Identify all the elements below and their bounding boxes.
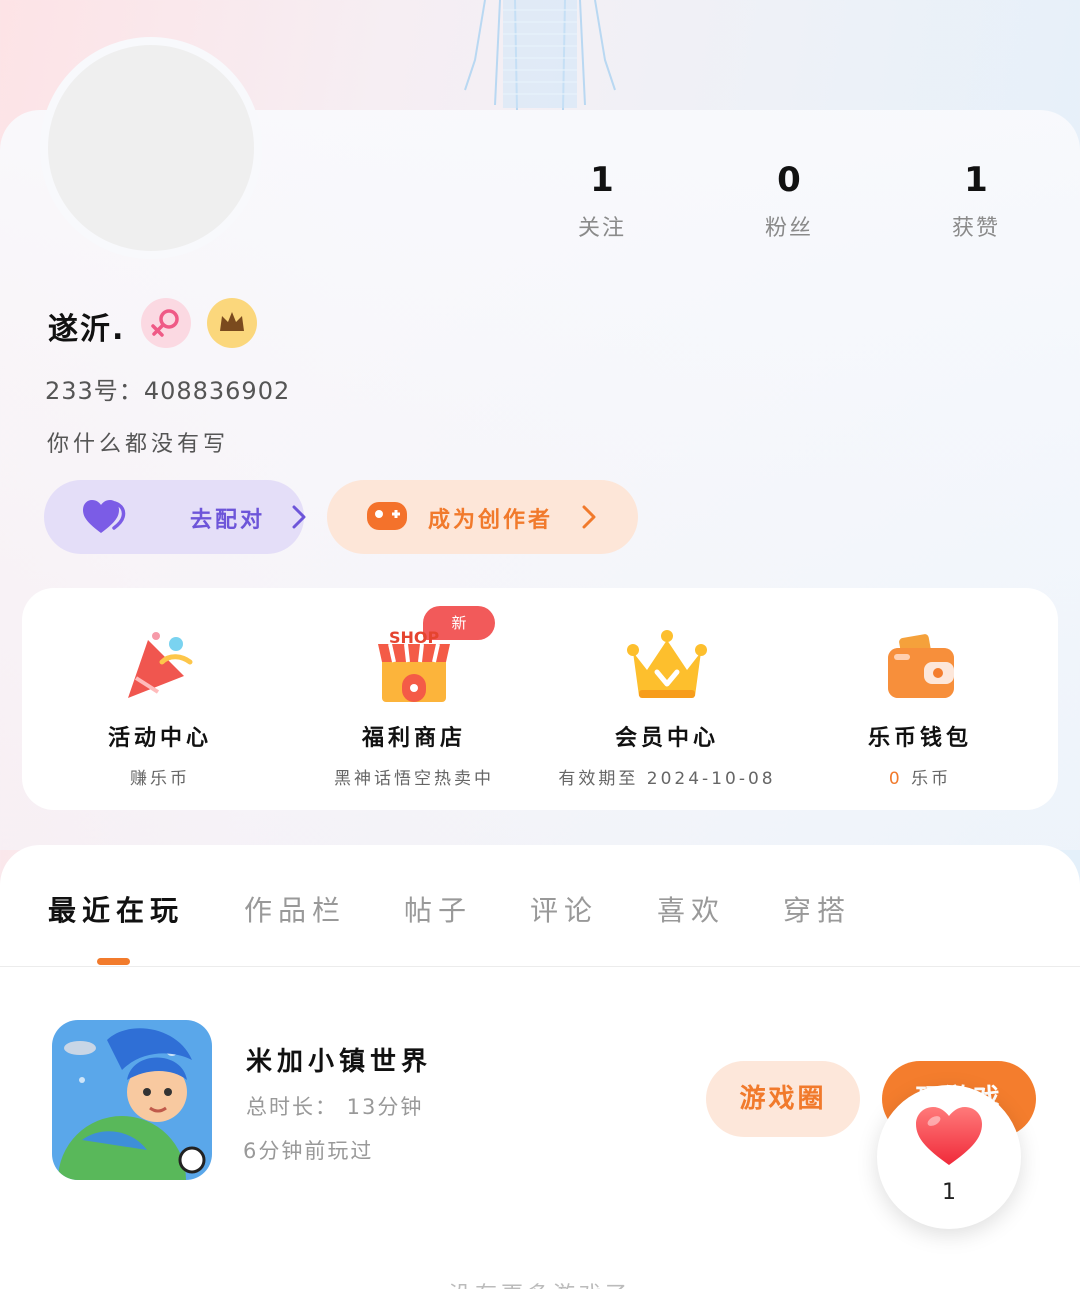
floating-like-button[interactable]: 1 <box>877 1085 1021 1229</box>
content-panel: 最近在玩 作品栏 帖子 评论 喜欢 穿搭 米加小镇世界 总时长： 13分钟 6分… <box>0 845 1080 1289</box>
tab-comments[interactable]: 评论 <box>530 889 598 929</box>
game-circle-button[interactable]: 游戏圈 <box>706 1061 860 1137</box>
wallet-icon <box>888 634 954 698</box>
coin-balance-unit: 乐币 <box>911 769 952 789</box>
service-coin-wallet[interactable]: 乐币钱包 0 乐币 <box>790 588 1050 810</box>
become-creator-label: 成为创作者 <box>428 508 554 533</box>
service-welfare-shop[interactable]: 福利商店 黑神话悟空热卖中 <box>284 588 544 810</box>
game-name: 米加小镇世界 <box>246 1047 433 1077</box>
stat-likes-label: 获赞 <box>951 216 1000 241</box>
party-popper-icon <box>128 632 193 698</box>
service-welfare-shop-subtitle: 黑神话悟空热卖中 <box>334 769 494 789</box>
user-bio: 你什么都没有写 <box>47 432 230 457</box>
stat-followers-value: 0 <box>777 160 801 200</box>
female-gender-icon <box>141 298 191 348</box>
no-more-games-hint: 没有更多游戏了 <box>0 1277 1080 1289</box>
chevron-right-icon <box>292 505 306 529</box>
tab-posts[interactable]: 帖子 <box>404 889 472 929</box>
service-member-center-subtitle: 有效期至 2024-10-08 <box>558 769 776 789</box>
avatar[interactable] <box>40 37 262 259</box>
username: 遂沂. <box>48 312 126 347</box>
user-id-label: 233号： <box>45 377 144 405</box>
game-last-played: 6分钟前玩过 <box>243 1139 374 1163</box>
game-total-duration: 总时长： 13分钟 <box>246 1095 424 1119</box>
service-coin-wallet-title: 乐币钱包 <box>867 726 972 751</box>
tab-recently-played[interactable]: 最近在玩 <box>48 889 184 929</box>
tab-divider <box>0 966 1080 967</box>
stat-following[interactable]: 1 关注 <box>542 160 662 242</box>
chevron-right-icon <box>582 505 596 529</box>
shop-sign-text: SHOP <box>389 628 440 647</box>
character-figure-image <box>464 0 616 110</box>
service-activity-center[interactable]: 活动中心 赚乐币 <box>30 588 290 810</box>
service-member-center[interactable]: 会员中心 有效期至 2024-10-08 <box>537 588 797 810</box>
service-welfare-shop-title: 福利商店 <box>361 726 466 751</box>
stat-likes-value: 1 <box>964 160 988 200</box>
tab-likes[interactable]: 喜欢 <box>657 889 725 929</box>
stat-followers[interactable]: 0 粉丝 <box>729 160 849 242</box>
crown-icon <box>627 630 707 698</box>
stat-likes[interactable]: 1 获赞 <box>916 160 1036 242</box>
active-tab-indicator <box>97 958 130 965</box>
service-member-center-title: 会员中心 <box>614 726 719 751</box>
match-button-label: 去配对 <box>190 508 266 533</box>
stat-following-value: 1 <box>590 160 614 200</box>
service-coin-wallet-subtitle: 0 乐币 <box>790 764 1050 789</box>
coin-balance-value: 0 <box>888 769 903 789</box>
floating-like-count: 1 <box>942 1180 956 1205</box>
stat-followers-label: 粉丝 <box>764 216 813 241</box>
service-activity-center-subtitle: 赚乐币 <box>130 769 190 789</box>
become-creator-button[interactable]: 成为创作者 <box>327 480 638 554</box>
service-activity-center-title: 活动中心 <box>107 726 212 751</box>
tab-outfits[interactable]: 穿搭 <box>783 889 851 929</box>
crown-icon[interactable] <box>207 298 257 348</box>
services-card: 活动中心 赚乐币 福利商店 黑神话悟空热卖中 会员中心 有效期至 2024-10… <box>22 588 1058 810</box>
match-button[interactable]: 去配对 <box>44 480 306 554</box>
user-id-value: 408836902 <box>143 377 291 405</box>
tab-works[interactable]: 作品栏 <box>244 889 346 929</box>
stat-following-label: 关注 <box>577 216 626 241</box>
heart-icon <box>916 1107 982 1165</box>
game-icon[interactable] <box>52 1020 212 1180</box>
hearts-icon <box>83 500 126 533</box>
gamepad-icon <box>367 502 407 530</box>
user-id: 233号：408836902 <box>45 371 290 406</box>
